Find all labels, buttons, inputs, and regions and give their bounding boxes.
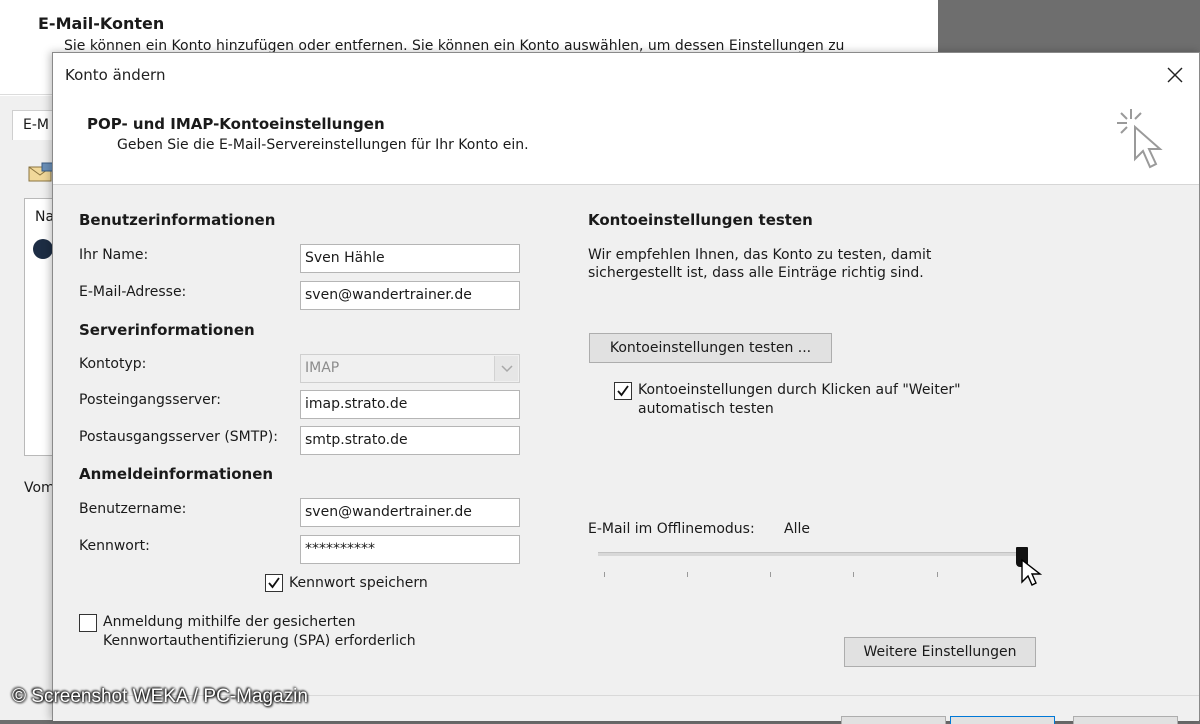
checkmark-icon — [617, 385, 629, 397]
close-icon[interactable] — [1159, 59, 1191, 91]
email-label: E-Mail-Adresse: — [79, 284, 187, 300]
change-account-dialog: Konto ändern POP- und IMAP-Kontoeinstell… — [52, 52, 1200, 724]
username-label: Benutzername: — [79, 501, 187, 517]
auto-test-checkbox[interactable] — [614, 382, 632, 400]
email-accounts-title: E-Mail-Konten — [38, 14, 165, 33]
test-settings-description-line2: sichergestellt ist, dass alle Einträge r… — [588, 265, 924, 281]
slider-tick — [937, 572, 938, 577]
auto-test-label-line1[interactable]: Kontoeinstellungen durch Klicken auf "We… — [638, 382, 961, 398]
remember-password-label[interactable]: Kennwort speichern — [289, 575, 428, 591]
email-accounts-footer-text: Vom — [24, 480, 55, 496]
server-info-heading: Serverinformationen — [79, 321, 255, 339]
incoming-server-field[interactable]: imap.strato.de — [300, 390, 520, 419]
incoming-server-label: Posteingangsserver: — [79, 392, 221, 408]
spa-label-line2[interactable]: Kennwortauthentifizierung (SPA) erforder… — [103, 633, 416, 649]
cancel-button[interactable] — [1073, 716, 1178, 724]
checkmark-icon — [268, 577, 280, 589]
name-field[interactable]: Sven Hähle — [300, 244, 520, 273]
user-info-heading: Benutzerinformationen — [79, 211, 276, 229]
account-type-select: IMAP — [300, 354, 520, 383]
slider-tick — [853, 572, 854, 577]
name-label: Ihr Name: — [79, 247, 149, 263]
mouse-cursor-icon — [1021, 558, 1042, 586]
account-type-label: Kontotyp: — [79, 356, 147, 372]
cursor-sparkle-icon — [1117, 109, 1163, 169]
outgoing-server-field[interactable]: smtp.strato.de — [300, 426, 520, 455]
auto-test-label-line2[interactable]: automatisch testen — [638, 401, 774, 417]
next-button[interactable] — [950, 716, 1055, 724]
account-type-value: IMAP — [305, 360, 340, 376]
spa-checkbox[interactable] — [79, 614, 97, 632]
envelope-icon[interactable] — [28, 161, 54, 183]
test-settings-heading: Kontoeinstellungen testen — [588, 211, 813, 229]
test-settings-description-line1: Wir empfehlen Ihnen, das Konto zu testen… — [588, 247, 932, 263]
default-account-check-icon — [33, 239, 53, 259]
slider-tick — [604, 572, 605, 577]
offline-mode-label: E-Mail im Offlinemodus: — [588, 521, 755, 537]
slider-tick — [770, 572, 771, 577]
more-settings-button[interactable]: Weitere Einstellungen — [844, 637, 1036, 667]
dialog-title: Konto ändern — [65, 66, 166, 84]
offline-mode-value: Alle — [784, 521, 810, 537]
slider-tick — [687, 572, 688, 577]
dialog-header: POP- und IMAP-Kontoeinstellungen Geben S… — [53, 97, 1199, 185]
section-subtitle: Geben Sie die E-Mail-Servereinstellungen… — [117, 137, 529, 153]
offline-slider-track[interactable] — [598, 552, 1028, 556]
login-info-heading: Anmeldeinformationen — [79, 465, 274, 483]
section-title: POP- und IMAP-Kontoeinstellungen — [87, 115, 385, 133]
remember-password-checkbox[interactable] — [265, 574, 283, 592]
outgoing-server-label: Postausgangsserver (SMTP): — [79, 429, 278, 445]
dialog-titlebar: Konto ändern — [53, 53, 1199, 97]
chevron-down-icon — [494, 356, 518, 381]
username-field[interactable]: sven@wandertrainer.de — [300, 498, 520, 527]
email-field[interactable]: sven@wandertrainer.de — [300, 281, 520, 310]
password-field[interactable]: ********** — [300, 535, 520, 564]
back-button[interactable] — [841, 716, 946, 724]
spa-label-line1[interactable]: Anmeldung mithilfe der gesicherten — [103, 614, 356, 630]
copyright-watermark: © Screenshot WEKA / PC-Magazin — [12, 686, 308, 707]
password-label: Kennwort: — [79, 538, 150, 554]
test-account-settings-button[interactable]: Kontoeinstellungen testen ... — [589, 333, 832, 363]
